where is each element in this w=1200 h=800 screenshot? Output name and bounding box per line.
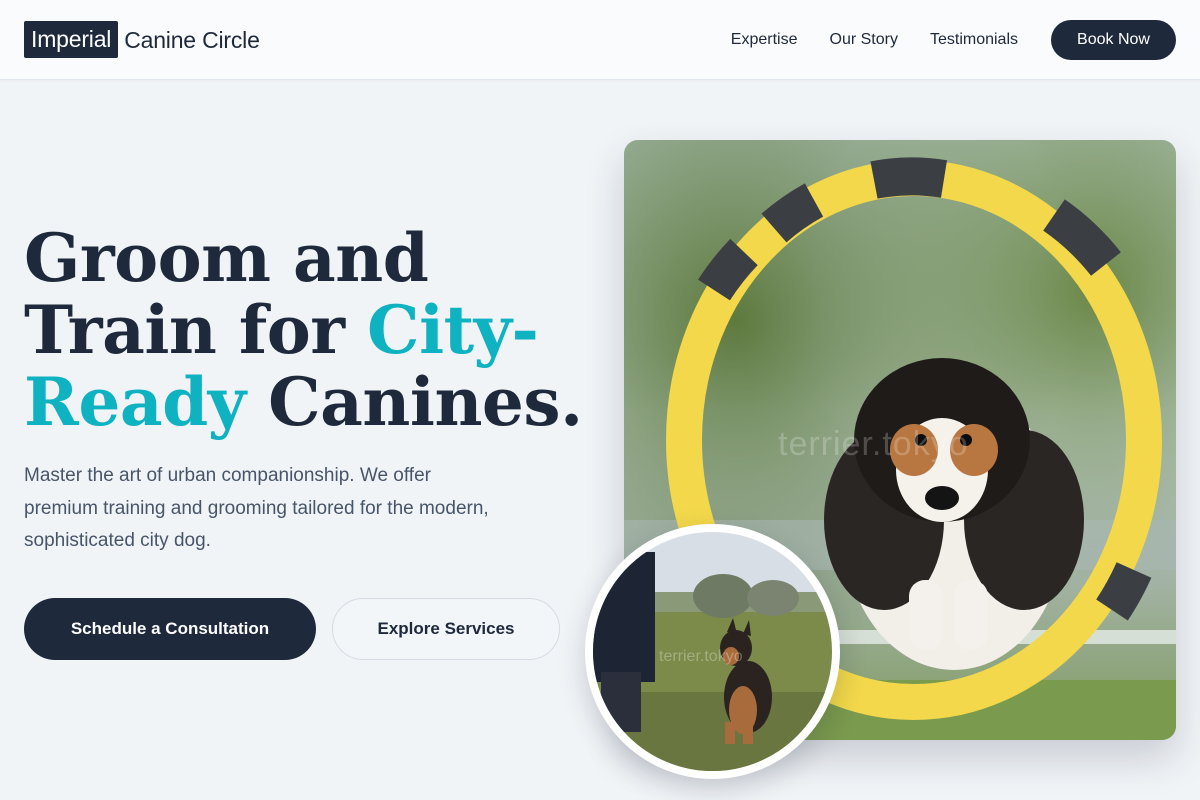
site-header: Imperial Canine Circle Expertise Our Sto… bbox=[0, 0, 1200, 80]
nav-link-expertise[interactable]: Expertise bbox=[731, 31, 798, 49]
brand-name: Canine Circle bbox=[124, 26, 260, 53]
nav-link-our-story[interactable]: Our Story bbox=[830, 31, 898, 49]
headline-line-1: Groom and bbox=[24, 219, 429, 297]
headline-accent-city: City- bbox=[367, 291, 539, 369]
explore-services-button[interactable]: Explore Services bbox=[332, 598, 560, 660]
headline-line-2: Train for bbox=[24, 291, 368, 369]
inset-image-watermark: terrier.tokyo bbox=[659, 648, 743, 665]
hero-description: Master the art of urban companionship. W… bbox=[24, 465, 489, 551]
nav-link-testimonials[interactable]: Testimonials bbox=[930, 31, 1018, 49]
headline-accent-ready: Ready bbox=[24, 363, 246, 441]
book-now-button[interactable]: Book Now bbox=[1051, 20, 1176, 60]
brand-mark: Imperial bbox=[24, 21, 119, 58]
main-image-watermark: terrier.tokyo bbox=[778, 425, 969, 463]
headline-line-3: Canines. bbox=[245, 363, 583, 441]
hero-headline: Groom and Train for City- Ready Canines. bbox=[24, 222, 584, 438]
inset-image-shepherd: terrier.tokyo bbox=[585, 524, 840, 779]
main-nav: Expertise Our Story Testimonials bbox=[731, 31, 1018, 49]
schedule-consultation-button[interactable]: Schedule a Consultation bbox=[24, 598, 316, 660]
brand-logo[interactable]: Imperial Canine Circle bbox=[24, 21, 260, 58]
